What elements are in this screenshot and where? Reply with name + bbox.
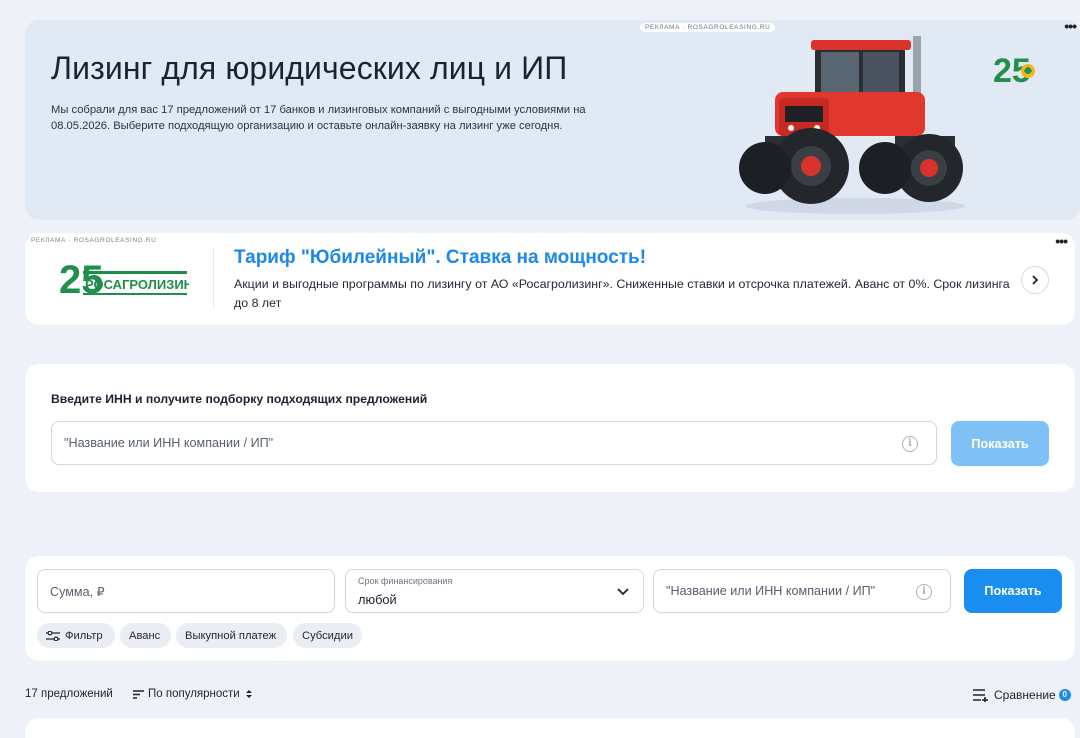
chevron-down-icon [617, 588, 629, 596]
compare-list-icon [973, 689, 988, 702]
advance-chip[interactable]: Аванс [120, 623, 171, 648]
anniversary-logo: 25 [991, 50, 1043, 90]
info-icon[interactable]: i [916, 584, 932, 600]
company-search-input[interactable]: "Название или ИНН компании / ИП" i [51, 421, 937, 465]
page-title: Лизинг для юридических лиц и ИП [51, 50, 568, 86]
svg-text:РОСАГРОЛИЗИНГ: РОСАГРОЛИЗИНГ [85, 277, 189, 292]
compare-button[interactable]: Сравнение 0 [973, 688, 1071, 702]
compare-count-badge: 0 [1058, 689, 1071, 701]
chip-label: Выкупной платеж [185, 629, 277, 642]
more-options-icon[interactable]: ••• [1064, 20, 1077, 33]
term-select[interactable]: Срок финансирования любой [345, 569, 644, 613]
compare-label: Сравнение [994, 688, 1056, 702]
sort-arrows-icon [245, 690, 252, 698]
offers-list-card [25, 718, 1075, 738]
filter-chip[interactable]: Фильтр [37, 623, 115, 648]
ad-text: Акции и выгодные программы по лизингу от… [234, 277, 1010, 310]
buyout-chip[interactable]: Выкупной платеж [176, 623, 287, 648]
ad-title[interactable]: Тариф "Юбилейный". Ставка на мощность! [234, 247, 646, 269]
term-value: любой [358, 592, 397, 607]
sliders-icon [46, 630, 60, 641]
offers-count: 17 предложений [25, 688, 113, 700]
sort-icon [133, 689, 144, 699]
info-icon[interactable]: i [902, 436, 918, 452]
term-label: Срок финансирования [358, 576, 453, 586]
sort-label: По популярности [148, 688, 240, 700]
ad-label: РЕКЛАМА · ROSAGROLEASING.RU [31, 237, 157, 244]
rosagroleasing-logo: 25 РОСАГРОЛИЗИНГ [57, 257, 201, 303]
more-options-icon[interactable]: ••• [1055, 234, 1068, 248]
chip-label: Субсидии [302, 629, 353, 642]
inn-search-label: Введите ИНН и получите подборку подходящ… [51, 392, 428, 406]
filter-card: Сумма, ₽ Срок финансирования любой "Назв… [25, 556, 1075, 661]
ad-banner[interactable]: РЕКЛАМА · ROSAGROLEASING.RU ••• 25 РОСАГ… [25, 233, 1075, 325]
tractor-image [739, 36, 965, 214]
inn-search-card: Введите ИНН и получите подборку подходящ… [25, 364, 1075, 492]
chevron-right-icon[interactable] [1021, 266, 1049, 294]
hero-banner[interactable]: РЕКЛАМА · ROSAGROLEASING.RU ••• Лизинг д… [25, 20, 1080, 220]
divider [213, 249, 214, 309]
amount-placeholder: Сумма, ₽ [50, 585, 105, 599]
show-offers-button[interactable]: Показать [964, 569, 1062, 613]
company-search-placeholder: "Название или ИНН компании / ИП" [64, 436, 274, 450]
page-description: Мы собрали для вас 17 предложений от 17 … [51, 104, 586, 132]
show-button[interactable]: Показать [951, 421, 1049, 466]
sort-dropdown[interactable]: По популярности [133, 688, 257, 700]
subsidies-chip[interactable]: Субсидии [293, 623, 362, 648]
company-filter-placeholder: "Название или ИНН компании / ИП" [666, 584, 876, 598]
company-filter-input[interactable]: "Название или ИНН компании / ИП" i [653, 569, 951, 613]
chip-label: Фильтр [65, 629, 103, 642]
amount-input[interactable]: Сумма, ₽ [37, 569, 335, 613]
chip-label: Аванс [129, 629, 161, 642]
